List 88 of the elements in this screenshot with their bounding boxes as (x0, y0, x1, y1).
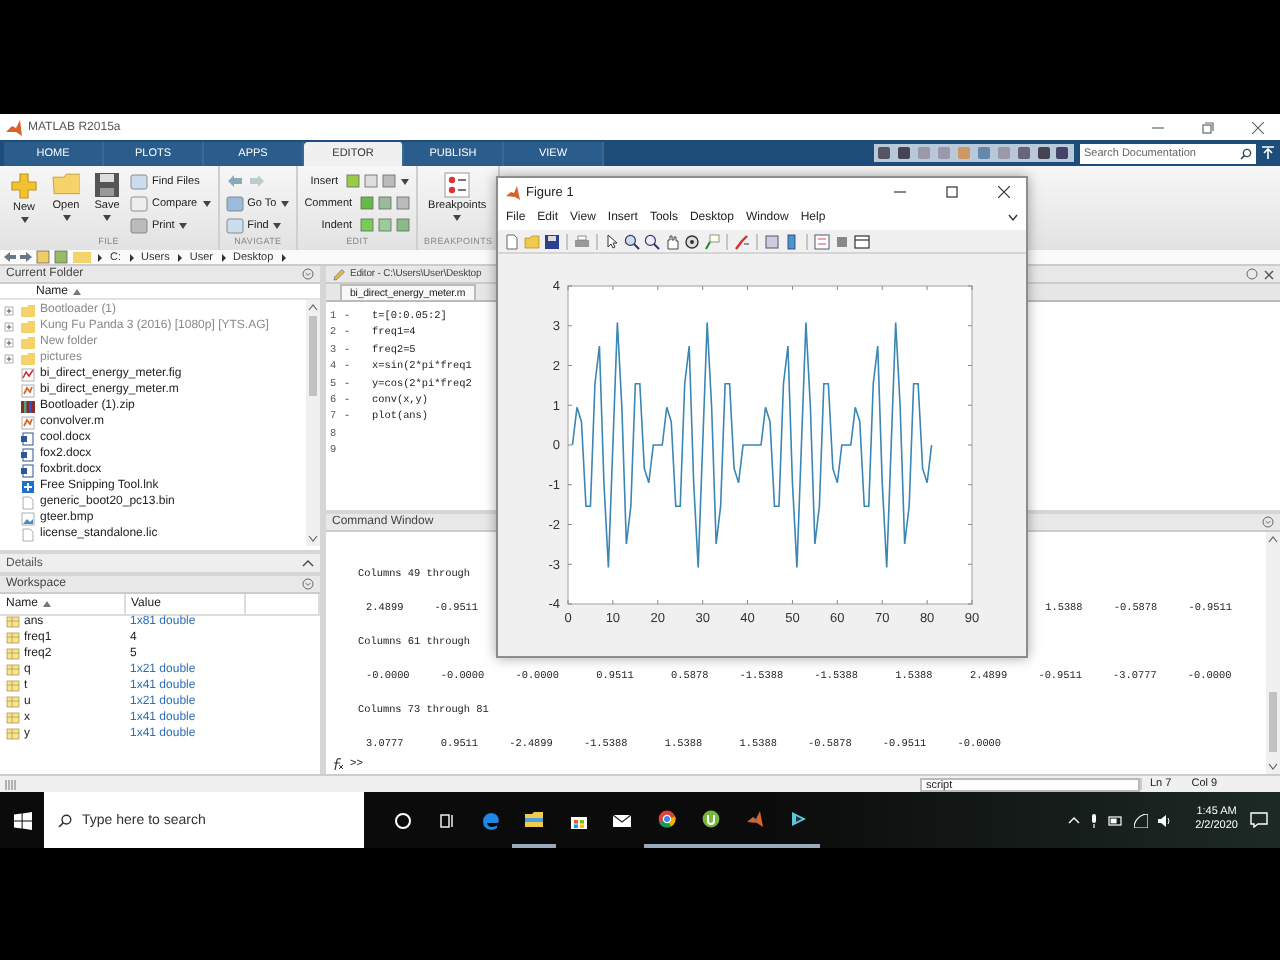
chevron-icon (279, 251, 288, 264)
chevron-icon (175, 251, 184, 264)
panel-menu-icon[interactable] (1262, 516, 1274, 528)
variable-icon (6, 680, 20, 692)
app-icon[interactable] (789, 809, 807, 827)
variable-icon (6, 696, 20, 708)
data-cursor-icon[interactable] (704, 233, 720, 249)
caret-icon[interactable] (280, 199, 291, 208)
speaker-icon[interactable] (1157, 813, 1172, 827)
circle-icon[interactable] (393, 811, 411, 829)
caret-icon[interactable] (19, 216, 29, 225)
save-icon[interactable] (544, 233, 560, 249)
caret-icon[interactable] (178, 221, 189, 230)
battery-icon[interactable] (1107, 815, 1124, 825)
scrollbar[interactable] (1266, 532, 1280, 774)
forward-arrow-icon[interactable] (20, 252, 32, 263)
figure-logo-icon (506, 185, 520, 199)
breakpoints-icon[interactable] (444, 172, 471, 199)
close-icon[interactable] (1252, 121, 1264, 133)
restore-icon[interactable] (1202, 121, 1214, 133)
search-icon[interactable] (1240, 147, 1252, 160)
collapse-ribbon-icon[interactable] (1262, 146, 1274, 161)
show-tools-icon[interactable] (854, 233, 870, 249)
variable-icon (6, 648, 20, 660)
minimize-icon[interactable] (893, 186, 905, 198)
caret-icon[interactable] (61, 214, 71, 223)
app-logo-icon[interactable] (745, 809, 763, 827)
app-logo-icon (6, 119, 22, 135)
panel-menu-icon[interactable] (302, 268, 314, 280)
mail-icon[interactable] (612, 811, 632, 829)
panel-menu-icon[interactable] (302, 578, 314, 590)
script-file-icon (20, 415, 36, 429)
pan-hand-icon[interactable] (664, 233, 680, 249)
torrent-icon[interactable] (701, 809, 719, 827)
expand-icon[interactable] (4, 353, 14, 363)
variable-icon (6, 664, 20, 676)
colorbar-icon[interactable] (784, 233, 800, 249)
variable-icon (6, 728, 20, 740)
browser-icon[interactable] (657, 809, 675, 827)
caret-icon[interactable] (452, 214, 463, 223)
pointer-icon[interactable] (604, 233, 620, 249)
image-file-icon (20, 511, 36, 525)
windows-logo-icon[interactable] (13, 811, 31, 829)
archive-icon (20, 399, 36, 413)
file-icon (20, 527, 36, 541)
notification-icon[interactable] (1250, 812, 1268, 828)
figure-file-icon (20, 367, 36, 381)
shortcut-icon (20, 479, 36, 493)
zoom-in-icon[interactable] (624, 233, 640, 249)
brush-icon[interactable] (734, 233, 750, 249)
caret-icon[interactable] (272, 221, 283, 230)
sort-arrow-icon (42, 599, 53, 608)
caret-icon[interactable] (400, 177, 411, 186)
microphone-icon[interactable] (1089, 813, 1098, 827)
print-icon[interactable] (574, 233, 590, 249)
chevron-icon (127, 251, 135, 264)
network-icon[interactable] (1133, 813, 1148, 827)
expand-up-icon[interactable] (302, 558, 314, 568)
task-view-icon[interactable] (437, 811, 455, 829)
close-icon[interactable] (1264, 269, 1274, 279)
search-icon (58, 813, 72, 827)
quick-access-drawing[interactable] (874, 144, 1074, 163)
grip-icon (4, 779, 20, 789)
zoom-out-icon[interactable] (644, 233, 660, 249)
panel-menu-icon[interactable] (1246, 268, 1258, 280)
chevron-up-icon[interactable] (1067, 816, 1080, 824)
caret-icon[interactable] (201, 199, 212, 208)
chevron-icon (96, 251, 104, 264)
expand-icon[interactable] (4, 321, 14, 331)
expand-icon[interactable] (4, 305, 14, 315)
scrollbar[interactable] (306, 300, 320, 546)
function-browser-icon[interactable] (332, 758, 344, 770)
variable-icon (6, 616, 20, 629)
expand-icon[interactable] (4, 337, 14, 347)
variable-icon (6, 632, 20, 644)
variable-icon (6, 712, 20, 724)
close-icon[interactable] (997, 186, 1009, 198)
shopping-bag-icon[interactable] (569, 811, 587, 829)
chevron-icon (219, 251, 227, 264)
caret-icon[interactable] (102, 214, 112, 223)
sort-arrow-icon (72, 287, 83, 295)
file-icon (20, 495, 36, 509)
rotate-icon[interactable] (684, 233, 700, 249)
folder-icon[interactable] (524, 809, 544, 827)
maximize-icon[interactable] (945, 186, 957, 198)
folder-icon (72, 250, 92, 265)
script-file-icon (20, 383, 36, 397)
back-arrow-icon[interactable] (4, 252, 16, 263)
